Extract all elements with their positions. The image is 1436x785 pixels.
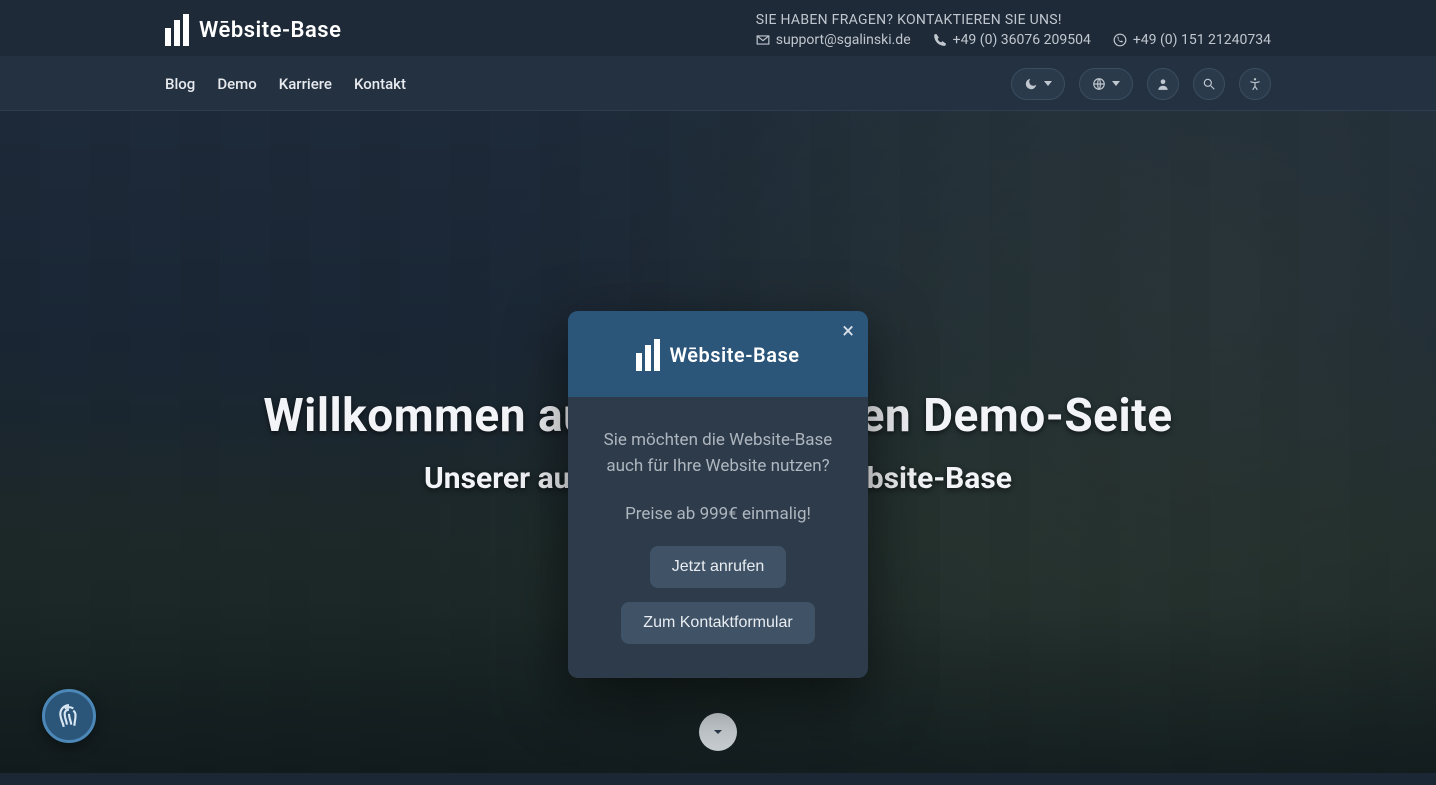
contact-whatsapp-text: +49 (0) 151 21240734	[1133, 32, 1271, 48]
accessibility-button[interactable]	[1239, 68, 1271, 100]
hero-section: Willkommen auf der offiziellen Demo-Seit…	[0, 111, 1436, 773]
theme-toggle[interactable]	[1011, 68, 1065, 100]
accessibility-icon	[1248, 77, 1262, 91]
contact-heading: SIE HABEN FRAGEN? KONTAKTIEREN SIE UNS!	[756, 12, 1271, 28]
modal-close-button[interactable]: ×	[842, 321, 854, 343]
modal-lead-text: Sie möchten die Website-Base auch für Ih…	[592, 427, 844, 480]
globe-icon	[1092, 77, 1106, 91]
nav-link-demo[interactable]: Demo	[217, 75, 256, 93]
phone-icon	[933, 33, 947, 47]
contact-block: SIE HABEN FRAGEN? KONTAKTIEREN SIE UNS! …	[756, 12, 1271, 48]
search-button[interactable]	[1193, 68, 1225, 100]
site-logo[interactable]: Wēbsite-Base	[165, 14, 341, 46]
top-bar: Wēbsite-Base SIE HABEN FRAGEN? KONTAKTIE…	[0, 0, 1436, 57]
nav-links: Blog Demo Karriere Kontakt	[165, 75, 406, 93]
mail-icon	[756, 33, 770, 47]
modal-body: Sie möchten die Website-Base auch für Ih…	[568, 397, 868, 678]
cta-call-button[interactable]: Jetzt anrufen	[650, 546, 787, 588]
modal-header: × Wēbsite-Base	[568, 311, 868, 397]
fingerprint-icon	[56, 703, 82, 729]
nav-controls	[1011, 68, 1271, 100]
chevron-down-icon	[1112, 81, 1120, 86]
contact-phone-text: +49 (0) 36076 209504	[953, 32, 1091, 48]
scroll-down-button[interactable]	[699, 713, 737, 751]
search-icon	[1202, 77, 1216, 91]
logo-mark-icon	[165, 14, 189, 46]
modal-logo-text: Wēbsite-Base	[669, 343, 799, 367]
contact-phone[interactable]: +49 (0) 36076 209504	[933, 32, 1091, 48]
promo-modal: × Wēbsite-Base Sie möchten die Website-B…	[568, 311, 868, 678]
modal-price-text: Preise ab 999€ einmalig!	[625, 504, 811, 524]
language-switch[interactable]	[1079, 68, 1133, 100]
modal-logo: Wēbsite-Base	[636, 339, 799, 371]
close-icon: ×	[842, 319, 854, 344]
account-button[interactable]	[1147, 68, 1179, 100]
logo-mark-icon	[636, 339, 660, 371]
contact-whatsapp[interactable]: +49 (0) 151 21240734	[1113, 32, 1271, 48]
user-icon	[1156, 77, 1170, 91]
chevron-down-icon	[1044, 81, 1052, 86]
nav-link-blog[interactable]: Blog	[165, 75, 195, 93]
logo-text: Wēbsite-Base	[199, 18, 341, 43]
chevron-down-icon	[710, 724, 726, 740]
moon-icon	[1024, 77, 1038, 91]
privacy-fab[interactable]	[42, 689, 96, 743]
nav-link-karriere[interactable]: Karriere	[279, 75, 332, 93]
main-nav: Blog Demo Karriere Kontakt	[0, 57, 1436, 111]
whatsapp-icon	[1113, 33, 1127, 47]
contact-email[interactable]: support@sgalinski.de	[756, 32, 911, 48]
nav-link-kontakt[interactable]: Kontakt	[354, 75, 406, 93]
contact-email-text: support@sgalinski.de	[776, 32, 911, 48]
cta-form-button[interactable]: Zum Kontaktformular	[621, 602, 814, 644]
